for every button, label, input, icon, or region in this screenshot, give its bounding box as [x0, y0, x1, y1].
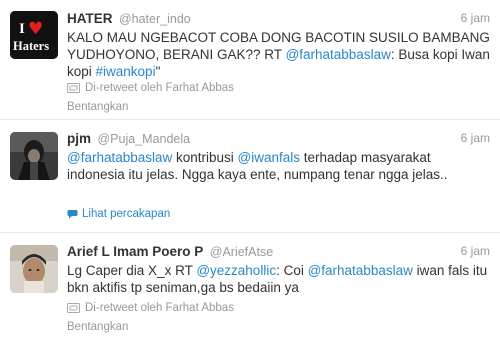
haters-avatar-image: I ♥ Haters: [10, 11, 58, 59]
text-segment: kontribusi: [172, 150, 238, 165]
mention-link[interactable]: @farhatabbaslaw: [308, 263, 413, 278]
timestamp[interactable]: 6 jam: [461, 131, 490, 145]
tweet-text: Lg Caper dia X_x RT @yezzahollic: Coi @f…: [67, 262, 490, 296]
tweet-item[interactable]: pjm @Puja_Mandela 6 jam @farhatabbaslaw …: [0, 120, 500, 233]
mention-link[interactable]: @iwanfals: [238, 150, 300, 165]
tweet-text: KALO MAU NGEBACOT COBA DONG BACOTIN SUSI…: [67, 29, 490, 80]
expand-link[interactable]: Bentangkan: [67, 321, 128, 333]
avatar-letter: I: [19, 21, 25, 37]
tweet-text: @farhatabbaslaw kontribusi @iwanfals ter…: [67, 149, 490, 183]
mention-link[interactable]: @farhatabbaslaw: [286, 47, 391, 62]
view-conversation-label[interactable]: Lihat percakapan: [82, 208, 170, 220]
tweet-header: Arief L Imam Poero P @AriefAtse 6 jam: [67, 243, 490, 261]
retweeted-by-label[interactable]: Di-retweet oleh Farhat Abbas: [85, 82, 234, 94]
view-conversation-link[interactable]: Lihat percakapan: [67, 208, 170, 220]
fullname[interactable]: Arief L Imam Poero P: [67, 244, 203, 259]
avatar-word: Haters: [13, 39, 49, 53]
retweet-context: Di-retweet oleh Farhat Abbas: [67, 302, 234, 314]
fullname[interactable]: HATER: [67, 11, 113, 26]
screenname[interactable]: @Puja_Mandela: [97, 132, 190, 146]
pjm-avatar-image: [10, 132, 58, 180]
screenname[interactable]: @AriefAtse: [210, 245, 273, 259]
retweeted-by-label[interactable]: Di-retweet oleh Farhat Abbas: [85, 302, 234, 314]
conversation-bubble-icon: [67, 210, 78, 219]
hashtag-link[interactable]: #iwankopi: [96, 64, 156, 79]
tweet-header: HATER @hater_indo 6 jam: [67, 10, 490, 28]
retweet-icon: [67, 303, 80, 313]
avatar[interactable]: [10, 132, 58, 180]
text-segment: ": [155, 64, 161, 79]
timeline: I ♥ Haters HATER @hater_indo 6 jam KALO …: [0, 0, 500, 340]
arief-avatar-image: [10, 245, 58, 293]
heart-icon: ♥: [28, 19, 43, 39]
timestamp[interactable]: 6 jam: [461, 244, 490, 258]
tweet-item[interactable]: I ♥ Haters HATER @hater_indo 6 jam KALO …: [0, 0, 500, 120]
retweet-icon: [67, 83, 80, 93]
tweet-header: pjm @Puja_Mandela 6 jam: [67, 130, 490, 148]
text-segment: Lg Caper dia X_x RT: [67, 263, 197, 278]
tweet-item[interactable]: Arief L Imam Poero P @AriefAtse 6 jam Lg…: [0, 233, 500, 340]
avatar[interactable]: [10, 245, 58, 293]
screenname[interactable]: @hater_indo: [119, 12, 191, 26]
retweet-context: Di-retweet oleh Farhat Abbas: [67, 82, 234, 94]
mention-link[interactable]: @yezzahollic: [196, 263, 276, 278]
mention-link[interactable]: @farhatabbaslaw: [67, 150, 172, 165]
fullname[interactable]: pjm: [67, 131, 91, 146]
avatar[interactable]: I ♥ Haters: [10, 11, 58, 59]
expand-link[interactable]: Bentangkan: [67, 101, 128, 113]
timestamp[interactable]: 6 jam: [461, 11, 490, 25]
text-segment: : Coi: [276, 263, 308, 278]
